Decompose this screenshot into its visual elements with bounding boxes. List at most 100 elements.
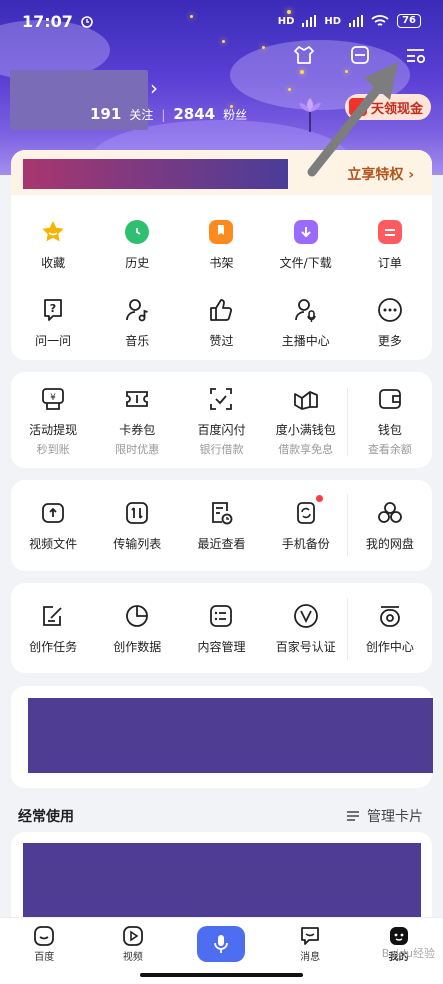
vip-banner[interactable]: 立享特权 › <box>11 150 432 195</box>
tab-baidu[interactable]: 百度 <box>14 924 74 963</box>
grid-sublabel: 查看余额 <box>367 443 412 456</box>
tab-label: 消息 <box>300 952 321 963</box>
grid-label: 创作数据 <box>113 639 162 654</box>
creator-item-center[interactable]: 创作中心 <box>348 593 432 663</box>
daily-cash-button[interactable]: 天领现金 <box>344 94 431 120</box>
grid-label: 问一问 <box>35 333 72 348</box>
signal-bars-icon <box>349 15 364 27</box>
grid-item-ask[interactable]: ? 问一问 <box>11 283 95 361</box>
finance-item-flash-pay[interactable]: 百度闪付 银行借款 <box>179 382 263 460</box>
grid-label: 收藏 <box>41 255 66 270</box>
grid-label: 度小满钱包 <box>275 423 336 437</box>
download-folder-icon <box>292 218 320 246</box>
grid-label: 视频文件 <box>29 536 78 551</box>
home-indicator <box>140 973 303 977</box>
tab-label: 百度 <box>34 952 55 963</box>
creator-grid: 创作任务 创作数据 内容管理 百家号认证 创作中心 <box>11 593 432 663</box>
cash-label: 天领现金 <box>370 101 423 117</box>
grid-item-favorites[interactable]: 收藏 <box>11 205 95 283</box>
backup-icon <box>292 499 320 527</box>
anchor-mic-icon <box>292 296 320 324</box>
fans-label[interactable]: 粉丝 <box>223 106 247 123</box>
recent-icon <box>207 499 235 527</box>
disk-item-my-netdisk[interactable]: 我的网盘 <box>348 490 432 560</box>
clock-icon <box>123 218 151 246</box>
video-play-icon <box>121 924 145 948</box>
svg-text:?: ? <box>50 302 56 315</box>
status-time: 17:07 <box>22 11 73 31</box>
dxm-wallet-icon <box>292 385 320 413</box>
creator-item-tasks[interactable]: 创作任务 <box>11 593 95 663</box>
grid-sublabel: 限时优惠 <box>115 443 160 456</box>
disk-item-recent[interactable]: 最近查看 <box>179 490 263 560</box>
profile-chevron-icon[interactable]: › <box>150 76 158 100</box>
grid-label: 我的网盘 <box>365 536 414 551</box>
finance-item-withdraw[interactable]: ¥ 活动提现 秒到账 <box>11 382 95 460</box>
wallet-icon <box>376 385 404 413</box>
tab-video[interactable]: 视频 <box>103 924 163 963</box>
disk-item-phone-backup[interactable]: 手机备份 <box>264 490 348 560</box>
signal-hd-2: HD <box>324 15 342 27</box>
creator-item-content[interactable]: 内容管理 <box>179 593 263 663</box>
fans-count[interactable]: 2844 <box>173 105 215 123</box>
tab-messages[interactable]: 消息 <box>280 924 340 963</box>
grid-item-anchor-center[interactable]: 主播中心 <box>264 283 348 361</box>
disk-item-transfer-list[interactable]: 传输列表 <box>95 490 179 560</box>
finance-item-coupons[interactable]: 卡券包 限时优惠 <box>95 382 179 460</box>
netdisk-icon <box>376 499 404 527</box>
creator-item-data[interactable]: 创作数据 <box>95 593 179 663</box>
tab-voice-search[interactable] <box>191 924 251 962</box>
music-icon <box>123 296 151 324</box>
menu-lines-icon <box>347 811 359 821</box>
grid-item-bookshelf[interactable]: 书架 <box>179 205 263 283</box>
grid-label: 最近查看 <box>197 536 246 551</box>
grid-item-downloads[interactable]: 文件/下载 <box>264 205 348 283</box>
grid-item-music[interactable]: 音乐 <box>95 283 179 361</box>
grid-item-liked[interactable]: 赞过 <box>179 283 263 361</box>
creator-item-verify[interactable]: 百家号认证 <box>264 593 348 663</box>
creator-center-icon <box>376 602 404 630</box>
grid-item-orders[interactable]: 订单 <box>348 205 432 283</box>
finance-item-wallet[interactable]: 钱包 查看余额 <box>348 382 432 460</box>
frequent-section-title: 经常使用 <box>18 809 74 825</box>
promo-banner-redacted[interactable] <box>28 698 433 773</box>
vip-privilege-link[interactable]: 立享特权 › <box>347 164 414 184</box>
alarm-icon <box>81 16 93 28</box>
list-manage-icon <box>207 602 235 630</box>
following-label[interactable]: 关注 <box>129 106 153 123</box>
mic-icon <box>197 926 246 962</box>
disk-item-video-files[interactable]: 视频文件 <box>11 490 95 560</box>
grid-label: 创作任务 <box>29 639 78 654</box>
pie-chart-icon <box>123 602 151 630</box>
settings-icon[interactable] <box>403 42 429 68</box>
watermark-text: Baidu经验 <box>381 947 435 960</box>
main-grid: 收藏 历史 书架 文件/下载 订单 ? 问一问 音乐 赞过 主播中心 更多 <box>11 205 432 361</box>
grid-label: 历史 <box>125 255 150 270</box>
outfit-icon[interactable] <box>291 42 317 68</box>
svg-text:¥: ¥ <box>50 393 56 403</box>
signal-hd-1: HD <box>277 15 295 27</box>
grid-item-history[interactable]: 历史 <box>95 205 179 283</box>
grid-label: 主播中心 <box>281 333 330 348</box>
battery-indicator: 76 <box>397 14 421 28</box>
grid-label: 手机备份 <box>281 536 330 551</box>
following-count[interactable]: 191 <box>90 105 121 123</box>
tab-label: 视频 <box>122 952 143 963</box>
scan-icon[interactable] <box>347 42 373 68</box>
manage-cards-button[interactable]: 管理卡片 <box>347 806 423 826</box>
grid-label: 书架 <box>209 255 234 270</box>
transfer-icon <box>123 499 151 527</box>
red-envelope-icon <box>348 98 367 116</box>
order-icon <box>376 218 404 246</box>
disk-divider <box>347 494 348 556</box>
finance-item-dxm-wallet[interactable]: 度小满钱包 借款享免息 <box>264 382 348 460</box>
follow-separator: | <box>161 108 166 122</box>
grid-item-more[interactable]: 更多 <box>348 283 432 361</box>
grid-label: 百家号认证 <box>275 639 336 654</box>
grid-sublabel: 借款享免息 <box>278 443 334 456</box>
creator-divider <box>347 598 348 660</box>
grid-label: 订单 <box>377 255 402 270</box>
frequent-banner-redacted[interactable] <box>23 843 421 923</box>
baidu-home-icon <box>32 924 56 948</box>
grid-label: 创作中心 <box>365 639 414 654</box>
